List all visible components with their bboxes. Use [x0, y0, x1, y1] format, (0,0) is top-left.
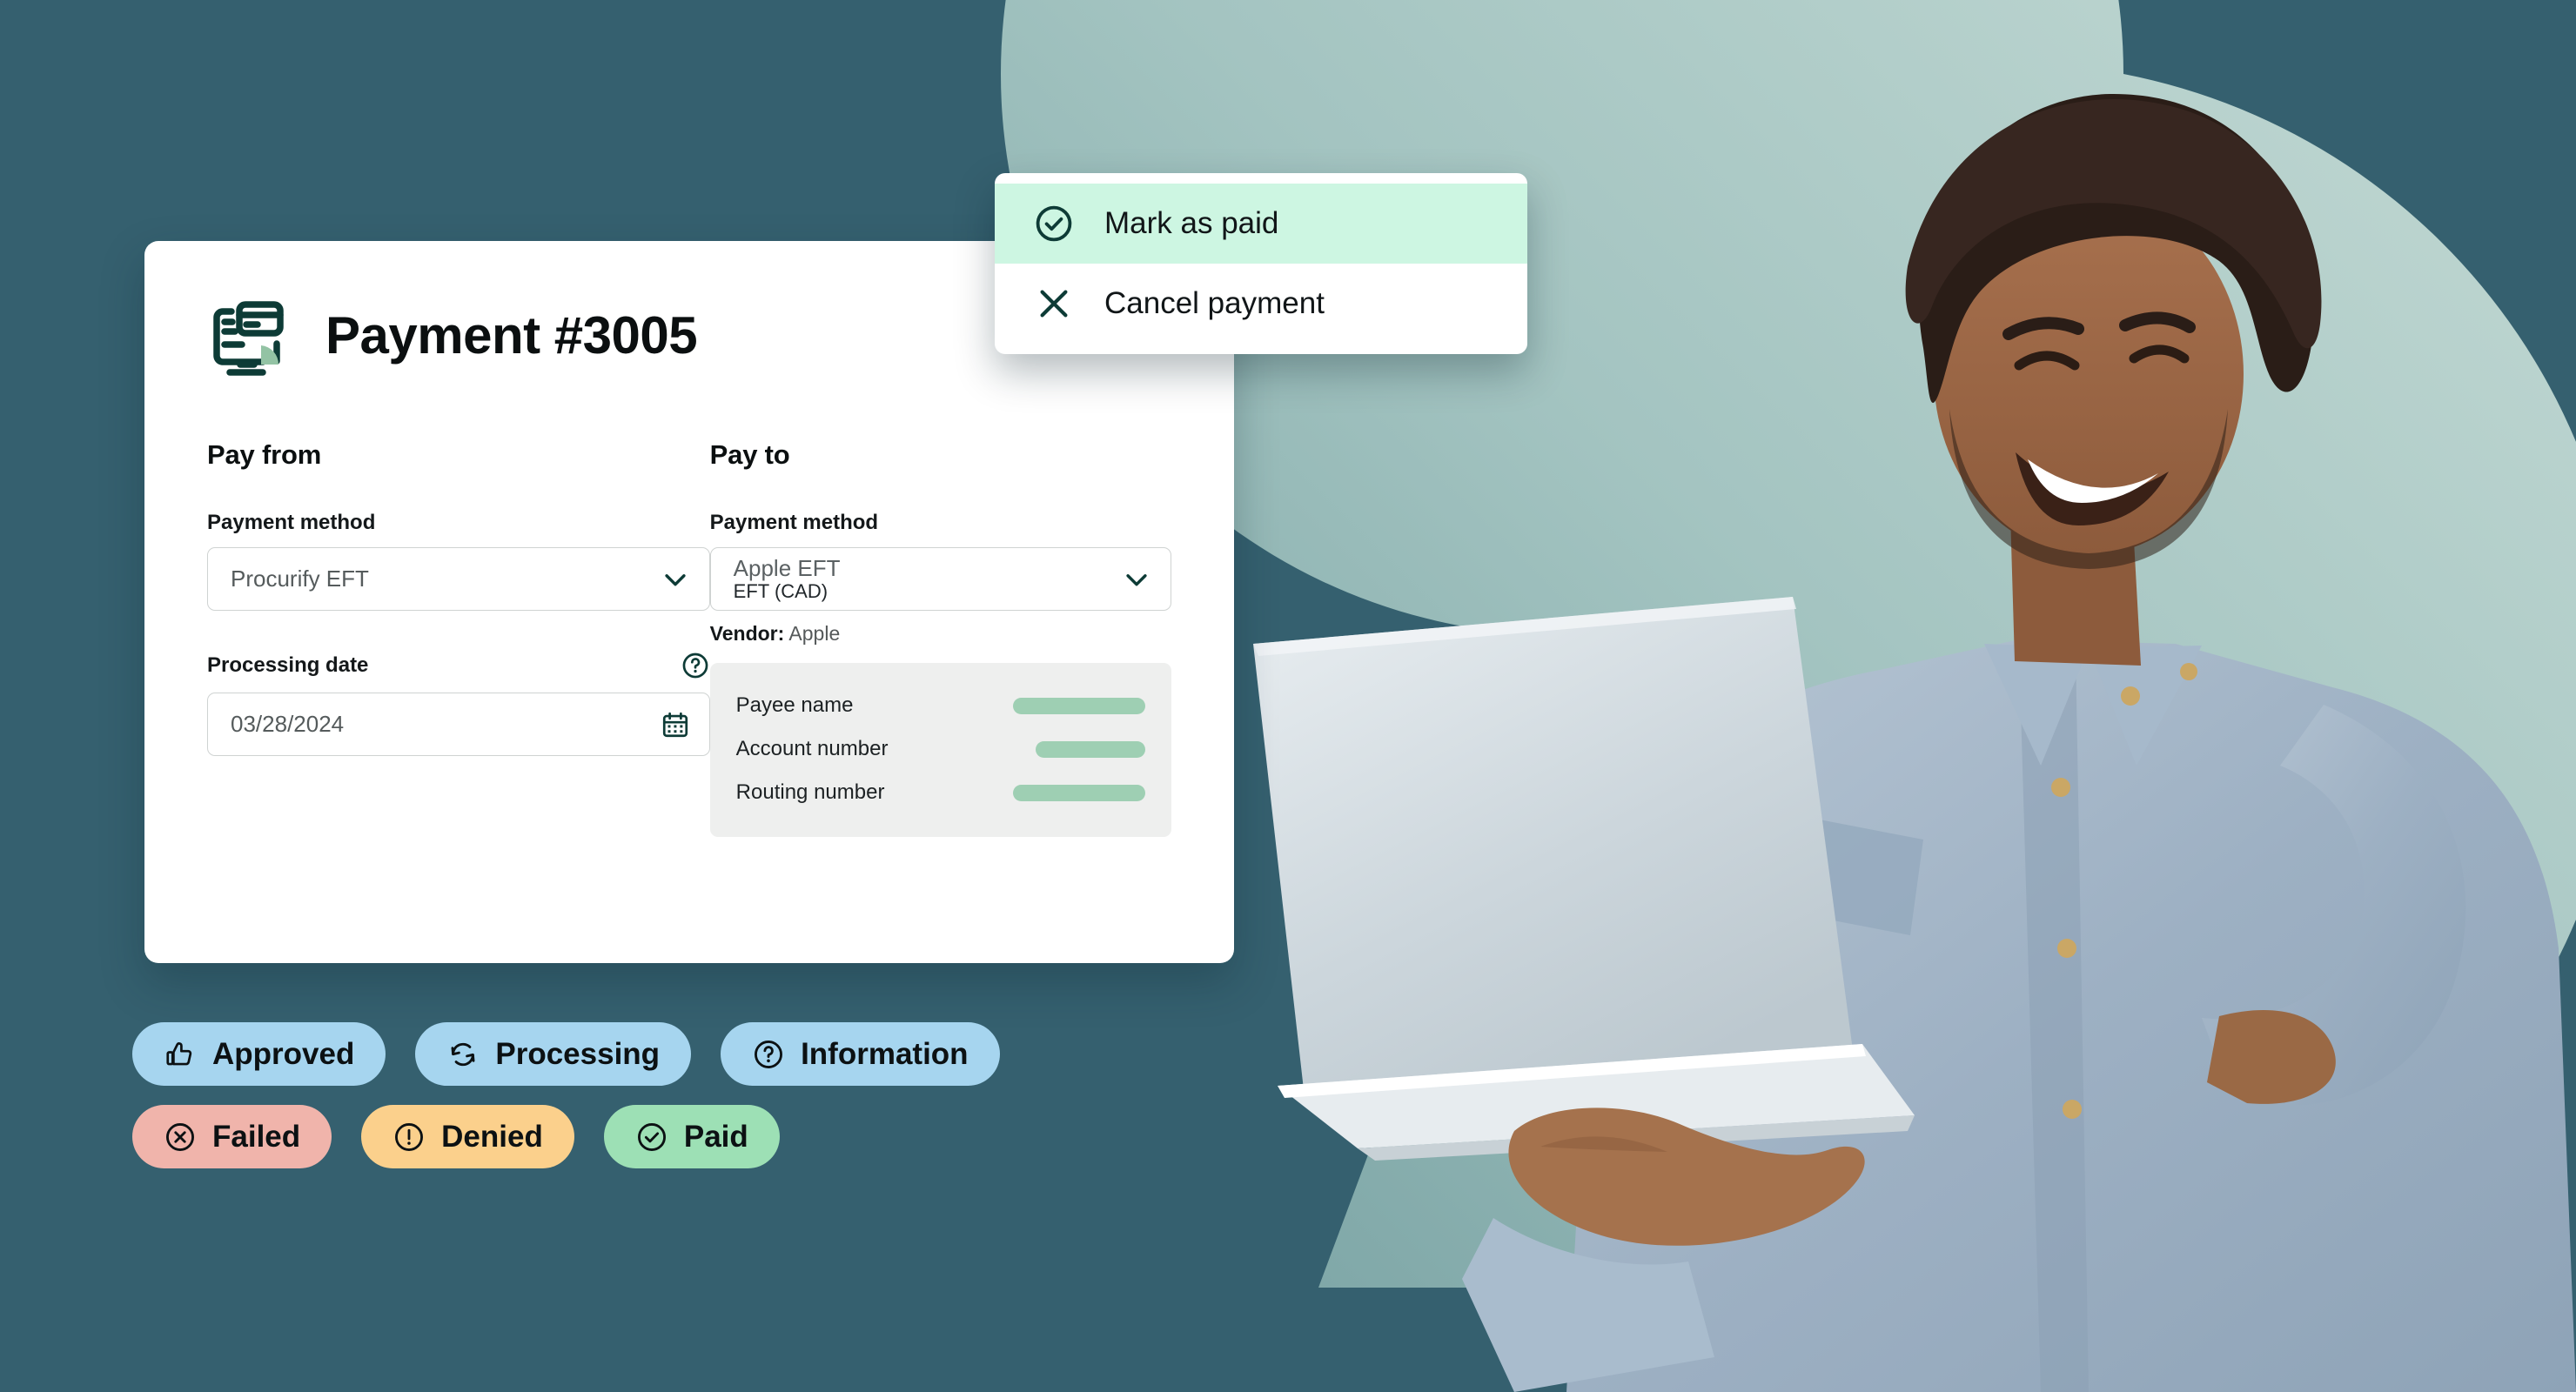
status-badge-label: Processing	[495, 1036, 661, 1071]
processing-date-label: Processing date	[207, 653, 369, 677]
masked-bank-details-panel: Payee name Account number Routing number	[709, 663, 1171, 837]
status-badge-label: Denied	[441, 1119, 543, 1154]
pay-to-method-subvalue: EFT (CAD)	[733, 579, 828, 602]
payee-name-label: Payee name	[735, 693, 854, 717]
pay-to-method-select[interactable]: Apple EFT EFT (CAD)	[709, 547, 1171, 611]
routing-number-masked-value	[1013, 784, 1145, 801]
menu-item-cancel-payment[interactable]: Cancel payment	[995, 264, 1527, 344]
chevron-down-icon[interactable]	[1122, 565, 1151, 594]
masked-row: Account number	[736, 727, 1145, 771]
status-badge-information[interactable]: Information	[721, 1022, 1000, 1086]
page-title: Payment #3005	[325, 306, 698, 365]
vendor-value: Apple	[788, 622, 841, 645]
status-badge-processing[interactable]: Processing	[415, 1022, 692, 1086]
status-badge-approved[interactable]: Approved	[132, 1022, 386, 1086]
x-circle-icon	[164, 1121, 197, 1154]
pay-from-method-select[interactable]: Procurify EFT	[207, 547, 710, 611]
payee-name-masked-value	[1013, 697, 1145, 714]
pay-from-heading: Pay from	[207, 439, 322, 470]
processing-date-label-row: Processing date	[207, 651, 710, 680]
menu-item-mark-as-paid[interactable]: Mark as paid	[995, 184, 1527, 264]
vendor-label: Vendor:	[709, 622, 785, 645]
check-circle-icon	[635, 1121, 668, 1154]
status-badge-label: Failed	[212, 1119, 301, 1154]
status-badge-row: Failed Denied Paid	[132, 1105, 1438, 1168]
processing-date-input[interactable]: 03/28/2024	[207, 693, 710, 756]
vendor-line: Vendor: Apple	[710, 622, 1171, 646]
thumbs-up-icon	[164, 1038, 197, 1071]
status-badge-denied[interactable]: Denied	[361, 1105, 574, 1168]
question-circle-icon	[752, 1038, 785, 1071]
exclamation-circle-icon	[392, 1121, 426, 1154]
question-circle-icon[interactable]	[681, 651, 710, 680]
refresh-circle-icon	[446, 1038, 480, 1071]
status-badge-label: Information	[801, 1036, 969, 1071]
status-badge-label: Paid	[683, 1119, 748, 1154]
processing-date-value: 03/28/2024	[231, 711, 345, 737]
status-badge-row: Approved Processing Information	[132, 1022, 1438, 1086]
pay-from-column: Pay from Payment method Procurify EFT Pr…	[207, 439, 710, 837]
status-badge-failed[interactable]: Failed	[132, 1105, 332, 1168]
pay-from-method-value: Procurify EFT	[231, 566, 369, 592]
payment-actions-menu: Mark as paid Cancel payment	[995, 173, 1527, 354]
pay-to-method-value-group: Apple EFT EFT (CAD)	[733, 554, 841, 603]
pay-to-column: Pay to Payment method Apple EFT EFT (CAD…	[709, 439, 1171, 837]
calendar-icon[interactable]	[661, 710, 690, 740]
account-number-masked-value	[1036, 740, 1145, 758]
payment-card-monitor-icon	[207, 295, 289, 377]
check-circle-icon	[1033, 203, 1075, 244]
account-number-label: Account number	[735, 737, 889, 760]
pay-to-method-label: Payment method	[709, 511, 879, 534]
masked-row: Payee name	[736, 684, 1145, 727]
pay-from-method-label: Payment method	[207, 511, 376, 534]
menu-item-label: Mark as paid	[1104, 206, 1279, 240]
chevron-down-icon[interactable]	[661, 565, 690, 594]
status-badge-gallery: Approved Processing Information Failed D…	[132, 1022, 1438, 1188]
pay-to-method-value: Apple EFT	[733, 554, 841, 581]
status-badge-paid[interactable]: Paid	[603, 1105, 780, 1168]
routing-number-label: Routing number	[735, 780, 885, 804]
menu-item-label: Cancel payment	[1104, 286, 1325, 320]
pay-to-heading: Pay to	[709, 439, 790, 470]
close-x-icon	[1033, 283, 1075, 325]
masked-row: Routing number	[736, 771, 1145, 814]
status-badge-label: Approved	[212, 1036, 355, 1071]
